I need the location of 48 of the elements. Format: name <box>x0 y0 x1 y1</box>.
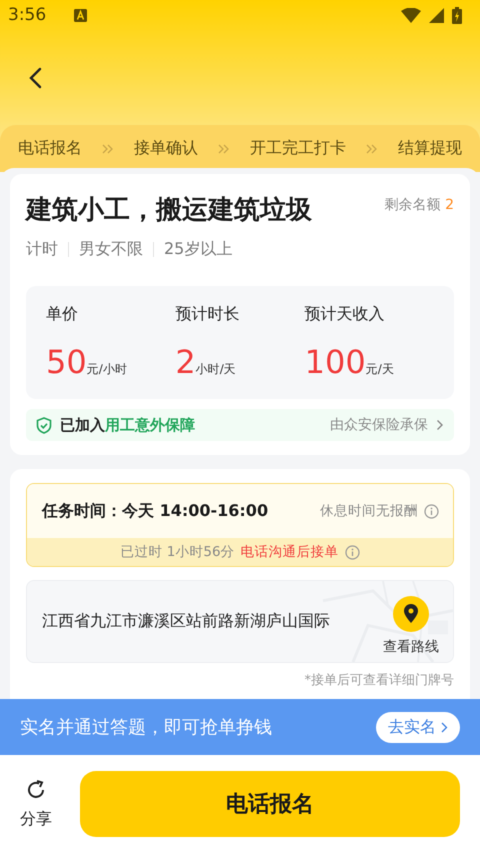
address-note: *接单后可查看详细门牌号 <box>304 672 454 689</box>
battery-icon <box>452 6 462 24</box>
pay-label: 预计天收入 <box>304 304 386 325</box>
quota-label: 剩余名额 <box>384 197 441 213</box>
job-tag: 男女不限 <box>79 239 143 260</box>
task-time: 任务时间：今天 14:00-16:00 <box>42 500 268 522</box>
insurance-bar[interactable]: 已加入用工意外保障 由众安保险承保 <box>26 409 454 441</box>
double-chevron-icon <box>218 142 230 154</box>
pay-amount: 50 <box>46 343 87 381</box>
elapsed-time: 已过时 1小时56分 <box>120 543 235 561</box>
accept-note: 电话沟通后接单 <box>240 543 339 561</box>
pay-label: 单价 <box>46 304 79 325</box>
back-icon[interactable] <box>28 66 42 88</box>
banner-text: 实名并通过答题，即可抢单挣钱 <box>20 716 273 739</box>
share-icon <box>25 778 47 800</box>
insurance-text: 已加入用工意外保障 <box>60 416 195 434</box>
notification-icon <box>74 8 88 22</box>
chevron-right-icon <box>436 419 444 431</box>
call-signup-button[interactable]: 电话报名 <box>80 771 460 837</box>
route-link[interactable]: 查看路线 <box>383 638 439 656</box>
wifi-icon <box>401 8 421 22</box>
verify-button[interactable]: 去实名 <box>376 712 460 742</box>
status-time: 3:56 <box>8 5 46 25</box>
double-chevron-icon <box>366 142 378 154</box>
step-label: 电话报名 <box>18 138 82 159</box>
chevron-right-icon <box>441 722 448 732</box>
pay-unit: 小时/天 <box>196 361 236 378</box>
step-label: 接单确认 <box>134 138 198 159</box>
step-label: 结算提现 <box>398 138 462 159</box>
share-button[interactable]: 分享 <box>20 778 52 830</box>
quota-count: 2 <box>445 197 454 213</box>
insurance-provider: 由众安保险承保 <box>330 416 428 434</box>
shield-check-icon <box>36 416 52 434</box>
pay-amount: 2 <box>175 343 196 381</box>
job-tag: 计时 <box>26 239 58 260</box>
pay-unit: 元/天 <box>366 361 394 378</box>
pay-unit: 元/小时 <box>86 361 127 378</box>
pay-amount: 100 <box>304 343 366 381</box>
pay-label: 预计时长 <box>175 304 240 325</box>
rest-note: 休息时间无报酬 <box>320 502 418 520</box>
info-icon[interactable] <box>424 504 439 518</box>
address-text: 江西省九江市濂溪区站前路新湖庐山国际 <box>42 611 330 632</box>
double-chevron-icon <box>102 142 114 154</box>
signal-icon <box>429 8 444 22</box>
location-pin-icon[interactable] <box>393 596 429 632</box>
job-tag: 25岁以上 <box>164 239 232 260</box>
job-title: 建筑小工，搬运建筑垃圾 <box>26 194 313 227</box>
step-label: 开工完工打卡 <box>250 138 346 159</box>
